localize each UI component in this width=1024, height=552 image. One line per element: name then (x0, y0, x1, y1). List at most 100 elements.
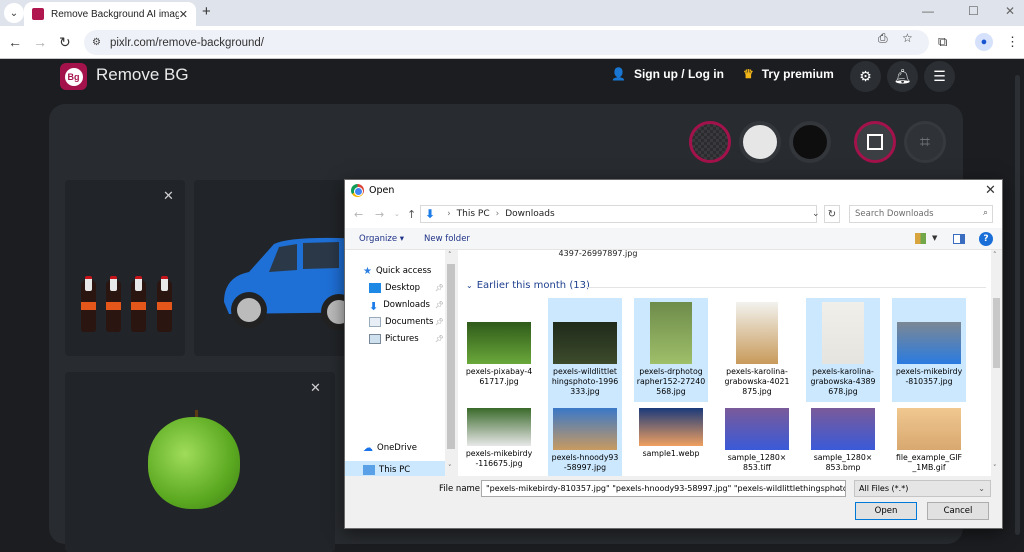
image-card-car[interactable] (194, 180, 354, 356)
bg-black-swatch[interactable] (789, 121, 831, 163)
dialog-close-button[interactable]: ✕ (985, 183, 996, 198)
nav-desktop[interactable]: Desktop 📌︎ (345, 279, 445, 296)
cancel-button[interactable]: Cancel (927, 502, 989, 520)
tab-search-button[interactable]: ⌄ (4, 3, 24, 23)
settings-button[interactable]: ⚙ (850, 61, 881, 92)
square-tool-button[interactable] (854, 121, 896, 163)
hamburger-icon: ☰ (933, 68, 946, 84)
file-item[interactable]: file_example_GIF _1MB.gif (892, 402, 966, 476)
back-icon[interactable]: ← (354, 208, 363, 221)
view-options-icon[interactable] (915, 233, 926, 244)
bg-transparent-swatch[interactable] (689, 121, 731, 163)
path-dropdown-icon[interactable]: ⌄ (812, 209, 820, 219)
breadcrumb-this-pc[interactable]: This PC (457, 209, 490, 219)
file-name-dropdown-icon[interactable]: ⌄ (835, 484, 842, 493)
forward-icon[interactable]: → (33, 34, 47, 50)
dialog-address-row: ← → ⌄ ↑ ⬇ › This PC › Downloads ⌄ ↻ Sear… (345, 202, 1002, 228)
minimize-button[interactable]: — (922, 4, 934, 18)
view-dropdown-icon[interactable]: ▼ (932, 234, 937, 242)
profile-avatar-icon[interactable]: ● (975, 33, 993, 51)
scroll-up-icon[interactable]: ˄ (993, 251, 997, 259)
file-name-input[interactable]: "pexels-mikebirdy-810357.jpg" "pexels-hn… (481, 480, 846, 497)
remove-image-icon[interactable]: ✕ (310, 380, 321, 396)
files-scroll-thumb[interactable] (993, 298, 1000, 368)
file-item[interactable]: pexels-hnoody93 -58997.jpg (548, 402, 622, 476)
install-app-icon[interactable]: ⎙ (878, 31, 888, 46)
help-icon[interactable]: ? (979, 232, 993, 246)
scroll-up-icon[interactable]: ˄ (448, 251, 452, 259)
preview-pane-icon[interactable] (953, 234, 965, 244)
file-item[interactable]: pexels-drphotog rapher152-27240 568.jpg (634, 298, 708, 402)
file-type-select[interactable]: All Files (*.*) ⌄ (854, 480, 991, 497)
dialog-title-bar[interactable]: Open ✕ (345, 180, 1002, 202)
nav-label: OneDrive (377, 442, 417, 453)
file-item[interactable]: pexels-karolina-grabowska-4021 875.jpg (720, 298, 794, 402)
address-bar[interactable]: ⚙ pixlr.com/remove-background/ (84, 30, 929, 55)
scroll-down-icon[interactable]: ˅ (993, 464, 997, 472)
nav-label: Downloads (383, 299, 430, 310)
nav-documents[interactable]: Documents 📌︎ (345, 313, 445, 330)
maximize-button[interactable]: ☐ (968, 4, 979, 18)
bell-icon: 🔔︎ (893, 68, 912, 84)
chevron-down-icon: ⌄ (978, 484, 985, 493)
scroll-down-icon[interactable]: ˅ (448, 464, 452, 472)
logo[interactable]: Bg (60, 63, 87, 90)
back-icon[interactable]: ← (8, 34, 22, 50)
window-close-button[interactable]: ✕ (1005, 4, 1015, 18)
bookmark-star-icon[interactable]: ☆ (902, 31, 913, 45)
new-tab-button[interactable]: + (202, 3, 211, 20)
bottle-image (157, 276, 172, 332)
nav-onedrive[interactable]: ☁ OneDrive (345, 439, 445, 456)
nav-scroll-thumb[interactable] (447, 264, 455, 449)
file-item[interactable]: sample_1280× 853.tiff (720, 402, 794, 476)
file-name: pexels-karolina-grabowska-4389 678.jpg (810, 367, 876, 396)
extensions-icon[interactable]: ⧉ (938, 34, 947, 50)
browser-tab[interactable]: Remove Background AI image ✕ (24, 2, 196, 26)
navigation-pane: ★ Quick access Desktop 📌︎ ⬇ Downloads 📌︎… (345, 250, 457, 478)
tab-close-icon[interactable]: ✕ (179, 8, 188, 21)
file-item[interactable]: pexels-mikebirdy -810357.jpg (892, 298, 966, 402)
file-item[interactable]: pexels-wildlittlet hingsphoto-1996 333.jpg (548, 298, 622, 402)
file-name: pexels-wildlittlet hingsphoto-1996 333.jpg (551, 367, 619, 396)
path-box[interactable]: ⬇ › This PC › Downloads (420, 205, 817, 223)
files-scrollbar[interactable]: ˄ ˅ (991, 250, 1002, 476)
command-bar: Organize ▾ New folder ▼ ? (345, 228, 1002, 250)
image-card-coke[interactable]: ✕ (65, 180, 185, 356)
file-item[interactable]: sample1.webp (634, 402, 708, 476)
notifications-button[interactable]: 🔔︎ (887, 61, 918, 92)
file-thumbnail (811, 408, 875, 450)
group-header[interactable]: ⌄ Earlier this month (13) (466, 280, 590, 291)
file-item[interactable]: pexels-karolina-grabowska-4389 678.jpg (806, 298, 880, 402)
nav-pictures[interactable]: Pictures 📌︎ (345, 330, 445, 347)
reload-icon[interactable]: ↻ (59, 34, 71, 51)
search-downloads-input[interactable]: Search Downloads ⌕ (849, 205, 993, 223)
menu-button[interactable]: ☰ (924, 61, 955, 92)
nav-label: Desktop (385, 282, 421, 293)
site-info-icon[interactable]: ⚙ (92, 37, 101, 48)
organize-menu[interactable]: Organize ▾ (359, 234, 404, 244)
nav-scrollbar[interactable]: ˄ ˅ (445, 250, 457, 476)
url-text[interactable]: pixlr.com/remove-background/ (110, 37, 264, 49)
new-folder-button[interactable]: New folder (424, 234, 470, 244)
open-button[interactable]: Open (855, 502, 917, 520)
up-icon[interactable]: ↑ (407, 208, 416, 221)
file-item[interactable]: sample_1280× 853.bmp (806, 402, 880, 476)
try-premium-link[interactable]: ♛ Try premium (743, 67, 834, 81)
image-card-apple[interactable]: ✕ (65, 372, 335, 552)
chrome-menu-icon[interactable]: ⋮ (1006, 34, 1019, 50)
breadcrumb-downloads[interactable]: Downloads (505, 209, 554, 219)
crop-tool-button[interactable]: ⌗ (904, 121, 946, 163)
signup-login-link[interactable]: 👤 Sign up / Log in (611, 67, 724, 81)
group-header-label: Earlier this month (13) (476, 280, 590, 291)
file-item[interactable]: pexels-pixabay-4 61717.jpg (462, 298, 536, 402)
file-item[interactable]: pexels-mikebirdy -116675.jpg (462, 402, 536, 476)
nav-label: Quick access (375, 265, 432, 276)
nav-quick-access[interactable]: ★ Quick access (345, 262, 445, 279)
recent-locations-icon[interactable]: ⌄ (394, 210, 400, 218)
nav-downloads[interactable]: ⬇ Downloads 📌︎ (345, 296, 445, 313)
refresh-icon[interactable]: ↻ (824, 205, 840, 223)
bg-white-swatch[interactable] (739, 121, 781, 163)
remove-image-icon[interactable]: ✕ (163, 188, 174, 204)
forward-icon[interactable]: → (375, 208, 384, 221)
page-scrollbar[interactable] (1015, 75, 1020, 535)
